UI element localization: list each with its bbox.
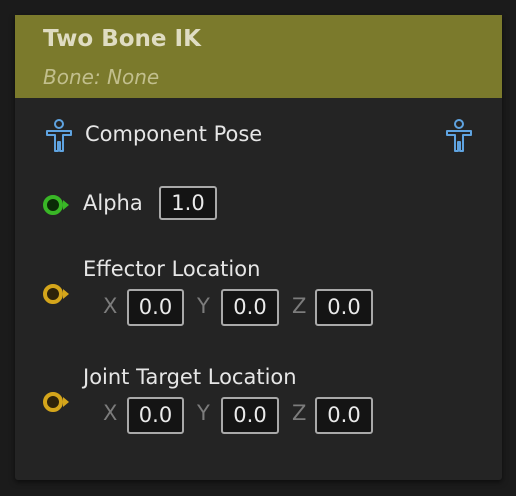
effector-x-field[interactable]: 0.0 — [127, 289, 184, 326]
joint-target-x-field[interactable]: 0.0 — [127, 397, 184, 434]
node-subtitle: Bone: None — [43, 65, 160, 89]
node-title: Two Bone IK — [43, 26, 201, 52]
joint-target-x-axis-label: X — [103, 401, 118, 425]
component-pose-input-person-icon[interactable] — [44, 119, 74, 153]
alpha-label: Alpha — [83, 191, 143, 215]
joint-target-y-axis-label: Y — [197, 401, 210, 425]
joint-target-y-field[interactable]: 0.0 — [221, 397, 279, 434]
node-header[interactable]: Two Bone IK Bone: None — [15, 15, 502, 98]
effector-y-axis-label: Y — [197, 294, 210, 318]
alpha-value-field[interactable]: 1.0 — [159, 186, 217, 220]
effector-z-axis-label: Z — [292, 294, 307, 318]
joint-target-z-axis-label: Z — [292, 401, 307, 425]
effector-location-label: Effector Location — [83, 257, 261, 281]
component-pose-label: Component Pose — [85, 122, 263, 146]
alpha-pin-icon[interactable] — [42, 194, 72, 216]
component-pose-output-person-icon[interactable] — [444, 119, 474, 153]
effector-x-axis-label: X — [103, 294, 118, 318]
joint-target-location-label: Joint Target Location — [83, 365, 297, 389]
effector-y-field[interactable]: 0.0 — [221, 289, 279, 326]
two-bone-ik-node[interactable]: Two Bone IK Bone: None Component Pose Al… — [15, 15, 502, 480]
effector-z-field[interactable]: 0.0 — [315, 289, 373, 326]
effector-location-pin-icon[interactable] — [42, 283, 72, 305]
joint-target-z-field[interactable]: 0.0 — [315, 397, 373, 434]
joint-target-location-pin-icon[interactable] — [42, 391, 72, 413]
